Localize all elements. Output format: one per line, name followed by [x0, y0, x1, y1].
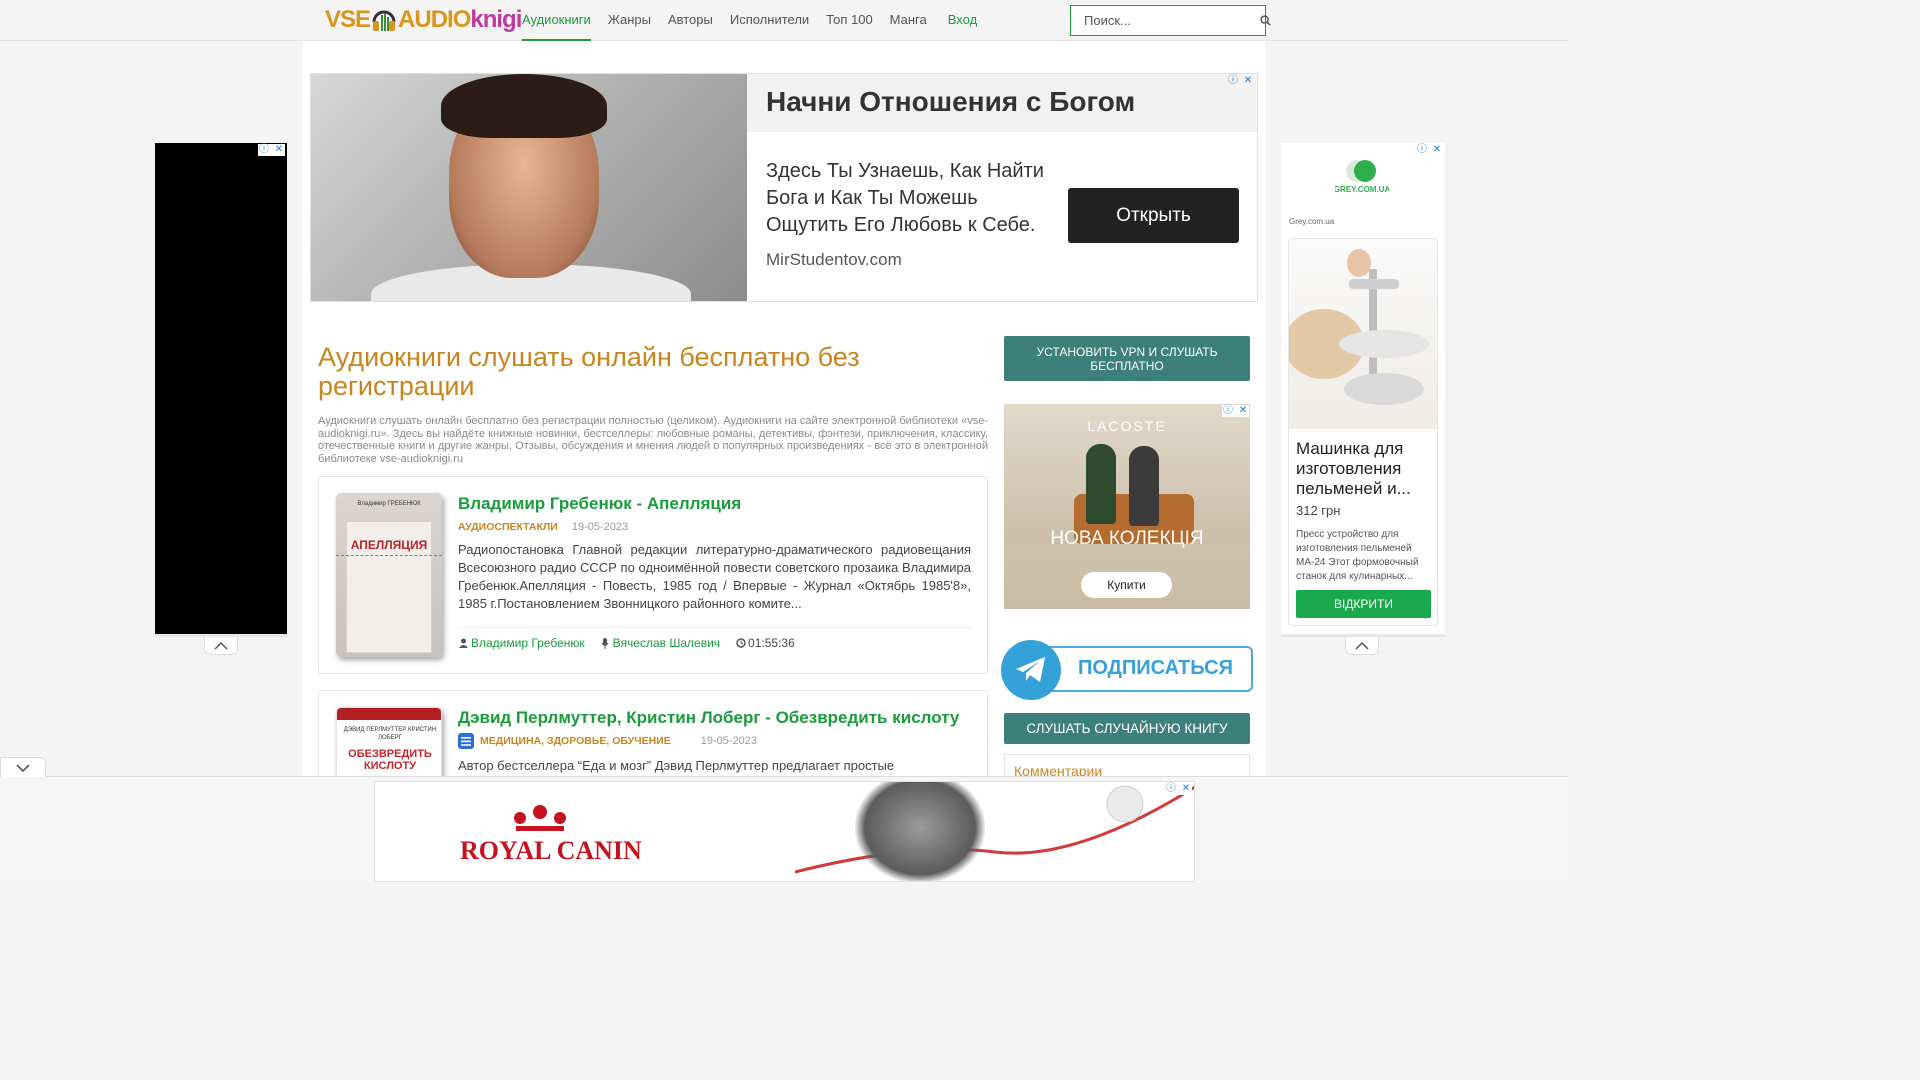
ad-photo: [311, 74, 747, 301]
book-title-link[interactable]: Владимир Гребенюк - Апелляция: [458, 494, 741, 514]
nav-performers[interactable]: Исполнители: [730, 0, 809, 41]
product-image: [1289, 239, 1437, 429]
book-meta: МЕДИЦИНА, ЗДОРОВЬЕ, ОБУЧЕНИЕ 19-05-2023: [458, 733, 757, 749]
chevron-up-icon: [214, 641, 228, 650]
book-title-link[interactable]: Дэвид Перлмуттер, Кристин Лоберг - Обезв…: [458, 708, 959, 728]
collapse-bottom-ad-button[interactable]: [0, 757, 46, 777]
right-side-ad[interactable]: ⓘ ✕ GREY.COM.UA Grey.com.ua Машинка для …: [1281, 143, 1445, 634]
collapse-left-ad-button[interactable]: [204, 637, 238, 655]
book-date: 19-05-2023: [571, 521, 629, 533]
top-banner-ad[interactable]: Начни Отношения с Богом Здесь Ты Узнаешь…: [310, 73, 1258, 302]
ad-controls: ⓘ ✕: [1227, 75, 1254, 87]
search-box: [1070, 5, 1271, 36]
microphone-icon: [600, 637, 611, 649]
close-icon[interactable]: ✕: [1242, 75, 1254, 87]
product-open-button[interactable]: ВІДКРИТИ: [1296, 590, 1431, 618]
adchoices-icon[interactable]: ⓘ: [1222, 405, 1234, 417]
clock-icon: [735, 637, 746, 649]
headphones-icon: [371, 7, 397, 33]
adchoices-icon[interactable]: ⓘ: [1227, 75, 1239, 87]
reader-link[interactable]: Вячеслав Шалевич: [613, 636, 720, 650]
close-icon[interactable]: ✕: [1180, 783, 1192, 795]
nav-manga[interactable]: Манга: [890, 0, 927, 41]
nav-genres[interactable]: Жанры: [608, 0, 651, 41]
ad-open-button[interactable]: Открыть: [1068, 188, 1239, 243]
product-description: Пресс устройство для изготовления пельме…: [1296, 529, 1419, 582]
book-date: 19-05-2023: [700, 735, 757, 747]
ad-headline: Начни Отношения с Богом: [766, 86, 1136, 117]
book-description: Автор бестселлера “Еда и мозг” Дэвид Пер…: [458, 758, 895, 773]
book-cover[interactable]: Владимир ГРЕБЕНЮК АПЕЛЛЯЦИЯ: [336, 493, 442, 657]
chevron-down-icon: [16, 763, 30, 772]
ad-body: Здесь Ты Узнаешь, Как Найти Бога и Как Т…: [766, 160, 1044, 236]
close-icon[interactable]: ✕: [273, 144, 285, 156]
book-footer: Владимир Гребенюк Вячеслав Шалевич 01:55…: [458, 636, 810, 650]
cat-image: [855, 782, 985, 881]
product-card[interactable]: Машинка для изготовления пельменей и... …: [1288, 238, 1438, 626]
nav-top100[interactable]: Топ 100: [826, 0, 873, 41]
collapse-right-ad-button[interactable]: [1345, 637, 1379, 655]
adchoices-icon[interactable]: ⓘ: [258, 144, 270, 156]
ad-source: Grey.com.ua: [1289, 217, 1335, 226]
ad-brand: LACOSTE: [1087, 418, 1167, 434]
audiobook-icon: [458, 733, 474, 749]
user-icon: [458, 637, 469, 649]
nav-authors[interactable]: Авторы: [668, 0, 713, 41]
install-vpn-button[interactable]: УСТАНОВИТЬ VPN И СЛУШАТЬ БЕСПЛАТНО: [1004, 336, 1250, 381]
close-icon[interactable]: ✕: [1237, 405, 1249, 417]
search-icon[interactable]: [1260, 6, 1271, 35]
nav-audiobooks[interactable]: Аудиокниги: [522, 0, 591, 41]
book-duration: 01:55:36: [748, 636, 795, 650]
ad-controls: ⓘ ✕: [1222, 405, 1249, 417]
telegram-subscribe-button[interactable]: ПОДПИСАТЬСЯ: [1001, 640, 1253, 700]
product-price: 312 грн: [1296, 503, 1341, 518]
lacoste-ad[interactable]: LACOSTE НОВА КОЛЕКЦІЯ Купити ⓘ ✕: [1004, 404, 1250, 609]
ad-controls: ⓘ ✕: [1416, 144, 1443, 156]
adchoices-icon[interactable]: ⓘ: [1416, 144, 1428, 156]
book-category-link[interactable]: АУДИОСПЕКТАКЛИ: [458, 521, 558, 533]
ad-headline: НОВА КОЛЕКЦІЯ: [1050, 528, 1204, 549]
ad-controls: ⓘ ✕: [258, 144, 285, 156]
author-link[interactable]: Владимир Гребенюк: [471, 636, 585, 650]
telegram-icon: [1001, 640, 1061, 700]
search-input[interactable]: [1071, 13, 1260, 28]
page-title: Аудиокниги слушать онлайн бесплатно без …: [318, 342, 860, 401]
subscribe-label: ПОДПИСАТЬСЯ: [1078, 657, 1233, 679]
close-icon[interactable]: ✕: [1431, 144, 1443, 156]
svg-text:GREY.COM.UA: GREY.COM.UA: [1335, 185, 1389, 194]
adchoices-icon[interactable]: ⓘ: [1165, 783, 1177, 795]
login-link[interactable]: Вход: [948, 0, 977, 41]
royal-canin-ad[interactable]: ROYAL CANIN ⓘ ✕: [374, 781, 1195, 882]
ad-brand: ROYAL CANIN: [460, 836, 642, 865]
ad-domain: MirStudentov.com: [766, 250, 902, 269]
grey-logo: GREY.COM.UA: [1334, 157, 1390, 207]
ad-controls: ⓘ ✕: [1165, 783, 1192, 795]
left-side-ad[interactable]: ⓘ ✕: [155, 143, 287, 634]
book-card: Владимир ГРЕБЕНЮК АПЕЛЛЯЦИЯ Владимир Гре…: [318, 476, 988, 674]
crown-icon: [514, 805, 566, 831]
main-nav: Аудиокниги Жанры Авторы Исполнители Топ …: [522, 0, 994, 41]
random-book-button[interactable]: СЛУШАТЬ СЛУЧАЙНУЮ КНИГУ: [1004, 713, 1250, 744]
chevron-up-icon: [1355, 641, 1369, 650]
page-intro: Аудиокниги слушать онлайн бесплатно без …: [318, 415, 988, 465]
book-category-link[interactable]: МЕДИЦИНА, ЗДОРОВЬЕ, ОБУЧЕНИЕ: [480, 735, 671, 747]
ad-buy-button[interactable]: Купити: [1081, 572, 1172, 598]
top-navbar: VSE AUDIO knigi Аудиокниги Жанры Авторы …: [0, 0, 1568, 41]
product-title: Машинка для изготовления пельменей и...: [1296, 439, 1411, 498]
site-logo[interactable]: VSE AUDIO knigi: [325, 4, 522, 36]
book-description: Радиопостановка Главной редакции литерат…: [458, 542, 971, 611]
book-meta: АУДИОСПЕКТАКЛИ 19-05-2023: [458, 521, 628, 533]
